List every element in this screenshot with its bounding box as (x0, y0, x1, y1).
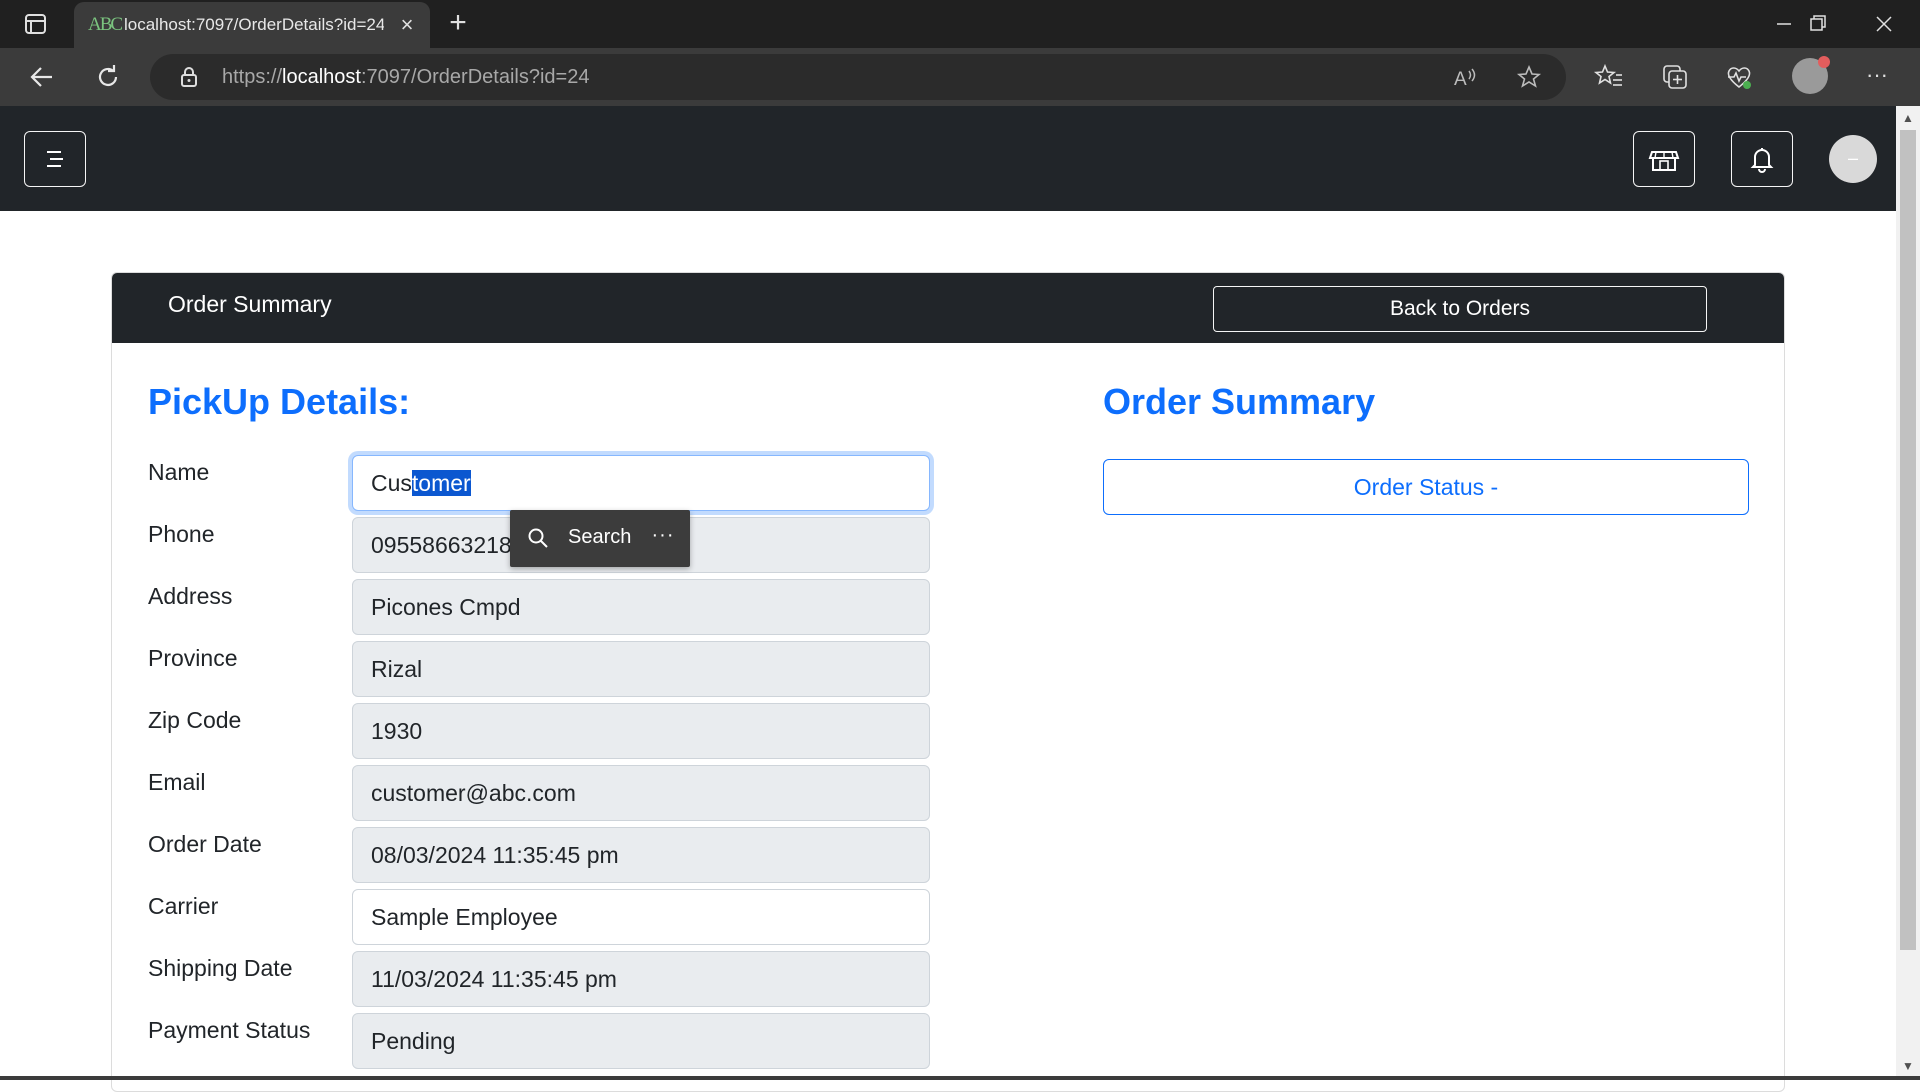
browser-toolbar: https://localhost:7097/OrderDetails?id=2… (0, 48, 1920, 106)
menu-icon (47, 151, 63, 167)
scroll-thumb[interactable] (1900, 130, 1916, 950)
svg-text:A: A (1454, 69, 1467, 90)
menu-button[interactable] (24, 131, 86, 187)
read-aloud-icon[interactable]: A (1452, 64, 1478, 90)
selection-popup: Search ··· (510, 510, 690, 567)
carrier-label: Carrier (148, 893, 219, 919)
address-input[interactable]: Picones Cmpd (352, 579, 930, 635)
store-icon (1648, 151, 1680, 171)
search-icon[interactable] (526, 526, 550, 550)
order-status-button[interactable]: Order Status - (1103, 459, 1749, 515)
selected-text: tomer (411, 470, 471, 496)
name-input[interactable]: Customer (352, 455, 930, 511)
app-header: – (0, 106, 1896, 211)
plus-icon[interactable]: + (444, 8, 472, 38)
scroll-down-icon[interactable]: ▼ (1896, 1056, 1920, 1076)
email-label: Email (148, 769, 206, 795)
zip-code-label: Zip Code (148, 707, 242, 733)
card-title: Order Summary (168, 291, 332, 317)
carrier-input[interactable]: Sample Employee (352, 889, 930, 945)
browser-tab-bar: ABC localhost:7097/OrderDetails?id=24 × … (0, 0, 1920, 48)
shipping-date-input[interactable]: 11/03/2024 11:35:45 pm (352, 951, 930, 1007)
more-icon[interactable]: ··· (648, 522, 678, 552)
back-arrow-icon[interactable] (24, 59, 60, 95)
refresh-icon[interactable] (90, 59, 126, 95)
browser-essentials-icon[interactable] (1722, 60, 1756, 94)
page-scrollbar[interactable]: ▲ ▼ (1896, 106, 1920, 1076)
back-to-orders-button[interactable]: Back to Orders (1213, 286, 1707, 332)
url-text[interactable]: https://localhost:7097/OrderDetails?id=2… (222, 66, 589, 89)
favicon-icon: ABC (88, 14, 123, 35)
tab-title: localhost:7097/OrderDetails?id=24 (124, 15, 384, 34)
shipping-date-label: Shipping Date (148, 955, 293, 981)
address-label: Address (148, 583, 233, 609)
payment-status-label: Payment Status (148, 1017, 311, 1043)
star-icon[interactable] (1516, 64, 1542, 90)
order-summary-title: Order Summary (1103, 381, 1376, 422)
payment-status-input[interactable]: Pending (352, 1013, 930, 1069)
favorites-icon[interactable] (1592, 60, 1626, 94)
card-header: Order Summary Back to Orders (112, 273, 1784, 343)
notifications-button[interactable] (1731, 131, 1793, 187)
close-icon[interactable]: × (396, 14, 418, 36)
zip-code-input[interactable]: 1930 (352, 703, 930, 759)
bell-icon (1750, 148, 1774, 173)
search-selection-button[interactable]: Search (568, 526, 631, 549)
more-icon[interactable]: ··· (1860, 60, 1894, 94)
window-bottom-border (0, 1076, 1920, 1080)
collections-icon[interactable] (1658, 60, 1692, 94)
restore-icon[interactable] (1797, 8, 1837, 40)
province-input[interactable]: Rizal (352, 641, 930, 697)
browser-tab[interactable]: ABC localhost:7097/OrderDetails?id=24 × (74, 2, 430, 48)
address-bar[interactable]: https://localhost:7097/OrderDetails?id=2… (150, 54, 1566, 100)
province-label: Province (148, 645, 238, 671)
close-window-icon[interactable] (1864, 8, 1904, 40)
phone-label: Phone (148, 521, 215, 547)
store-button[interactable] (1633, 131, 1695, 187)
order-date-input[interactable]: 08/03/2024 11:35:45 pm (352, 827, 930, 883)
order-card: Order Summary Back to Orders PickUp Deta… (111, 272, 1785, 1092)
lock-icon[interactable] (176, 64, 202, 90)
email-input[interactable]: customer@abc.com (352, 765, 930, 821)
order-date-label: Order Date (148, 831, 262, 857)
tab-actions-icon[interactable] (18, 12, 52, 36)
notification-dot (1818, 56, 1830, 68)
scroll-up-icon[interactable]: ▲ (1896, 108, 1920, 128)
pickup-details-title: PickUp Details: (148, 381, 411, 422)
name-label: Name (148, 459, 210, 485)
user-avatar[interactable]: – (1829, 135, 1877, 183)
